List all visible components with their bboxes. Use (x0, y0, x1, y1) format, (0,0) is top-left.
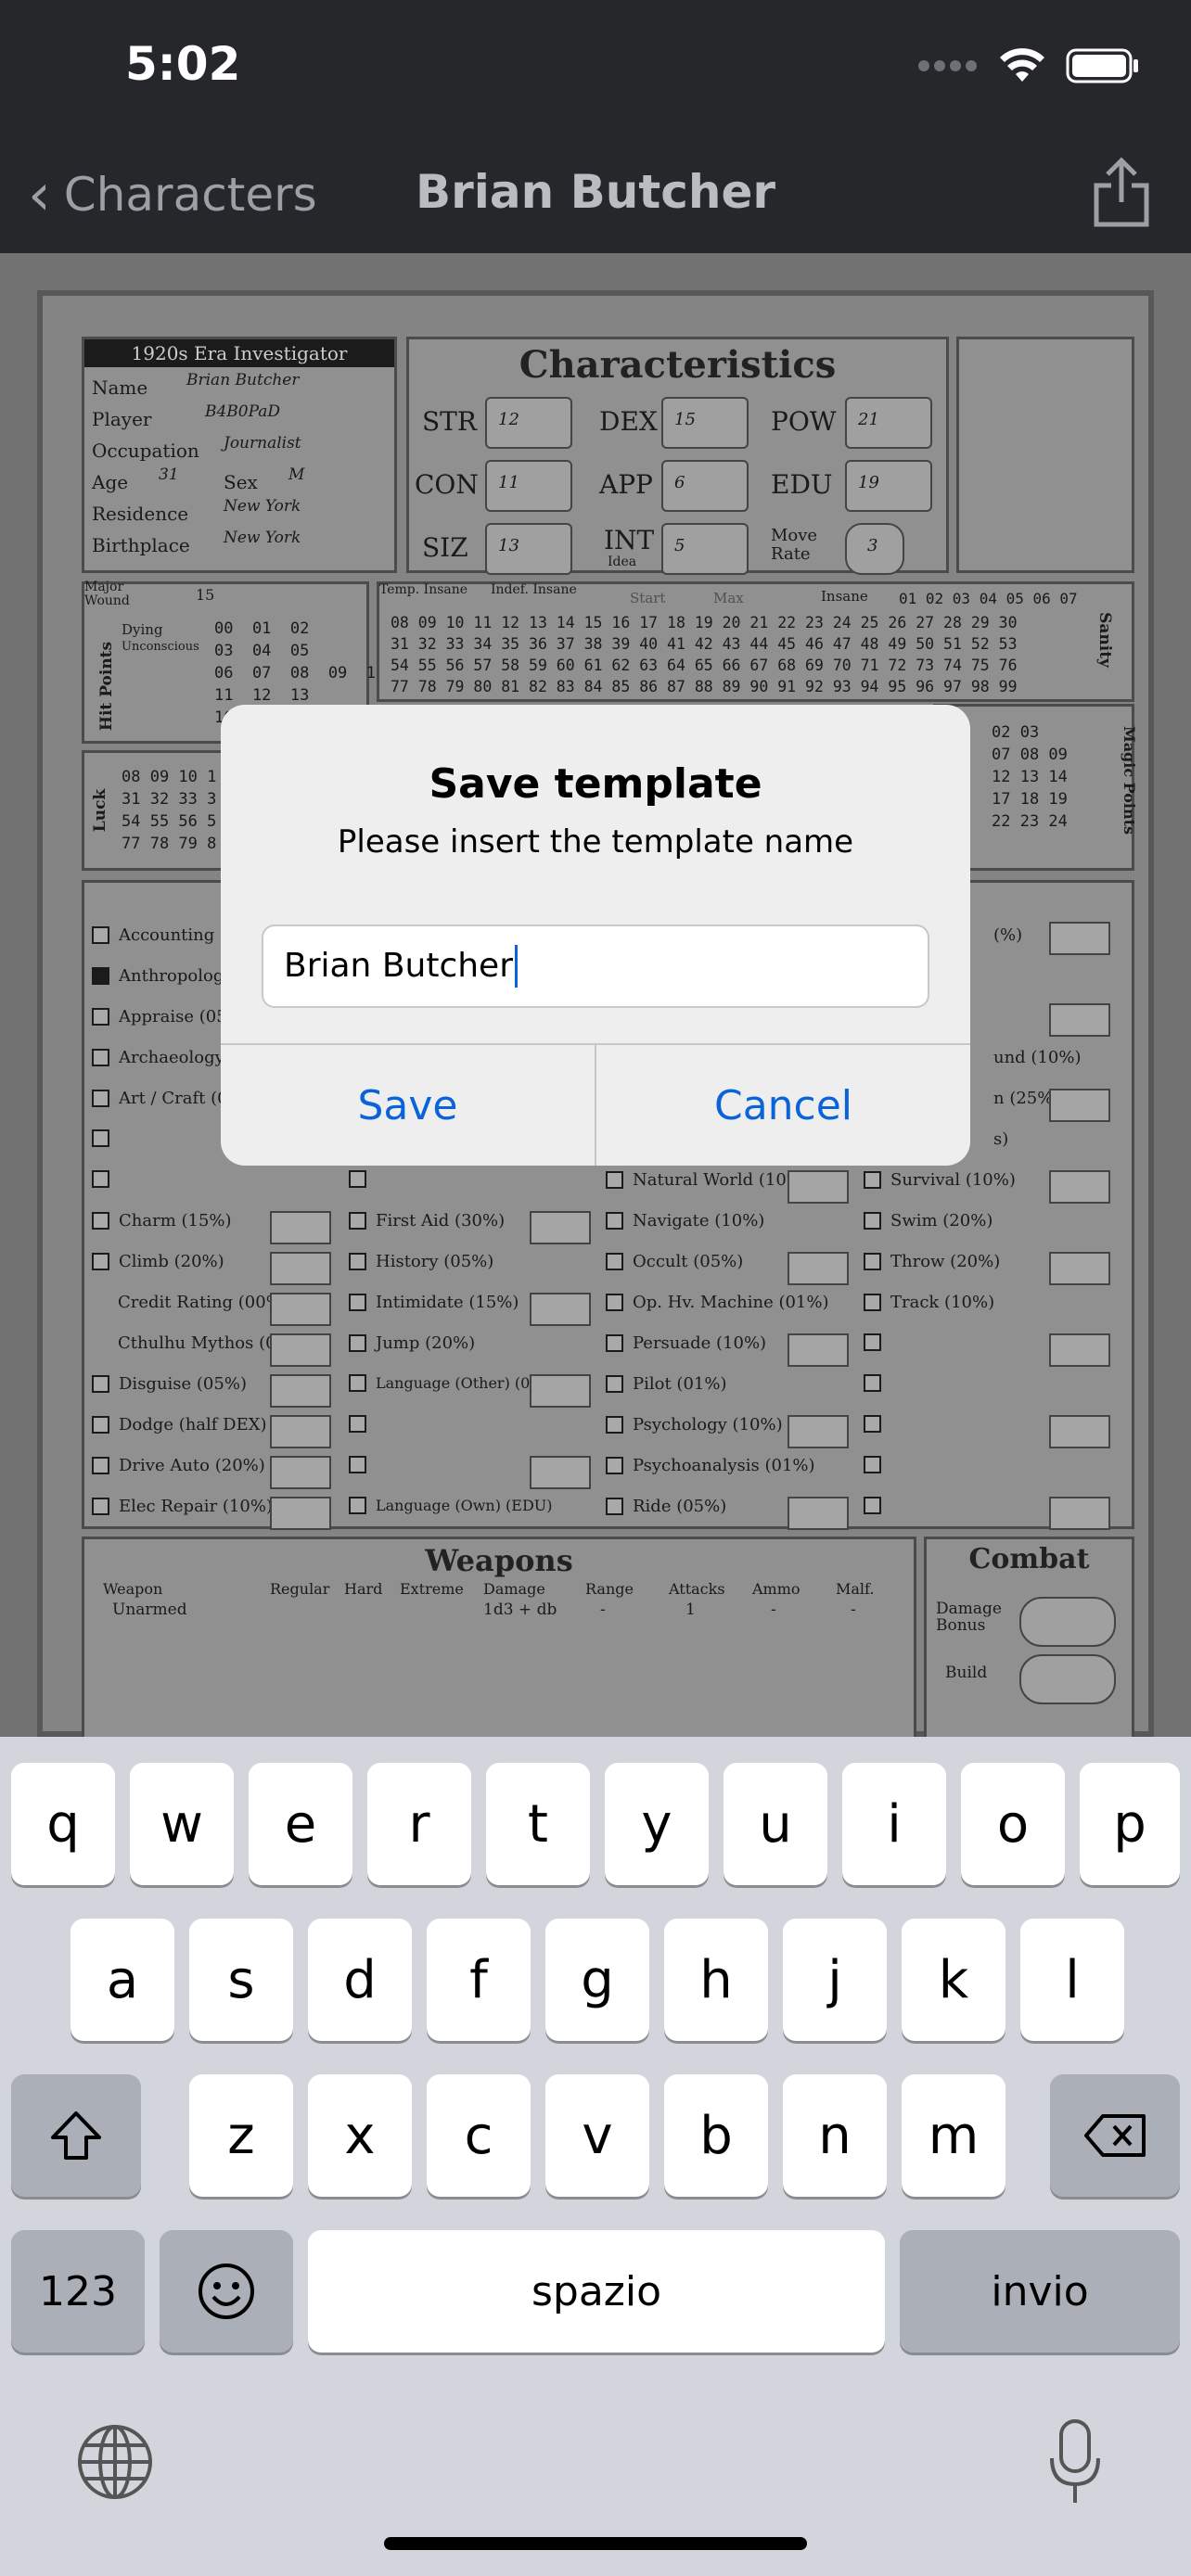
key-n[interactable]: n (783, 2074, 887, 2197)
cancel-button[interactable]: Cancel (596, 1045, 970, 1166)
key-h[interactable]: h (664, 1919, 768, 2041)
backspace-key[interactable] (1050, 2074, 1180, 2197)
key-k[interactable]: k (902, 1919, 1005, 2041)
battery-icon (1066, 48, 1138, 83)
key-j[interactable]: j (783, 1919, 887, 2041)
key-o[interactable]: o (961, 1763, 1065, 1885)
status-bar: 5:02 (0, 0, 1191, 139)
key-u[interactable]: u (724, 1763, 827, 1885)
wifi-icon (1000, 48, 1044, 82)
text-cursor (515, 945, 519, 988)
key-v[interactable]: v (545, 2074, 649, 2197)
status-time: 5:02 (125, 37, 241, 91)
keyboard: q w e r t y u i o p a s d f g h j k l z … (0, 1737, 1191, 2576)
dictation-button[interactable] (1046, 2417, 1104, 2510)
save-template-dialog: Save template Please insert the template… (221, 705, 970, 1166)
status-icons (917, 48, 1140, 83)
key-a[interactable]: a (70, 1919, 174, 2041)
key-y[interactable]: y (605, 1763, 709, 1885)
key-w[interactable]: w (130, 1763, 234, 1885)
key-z[interactable]: z (189, 2074, 293, 2197)
dialog-message: Please insert the template name (337, 823, 854, 861)
backspace-icon (1084, 2114, 1146, 2157)
space-key[interactable]: spazio (308, 2230, 885, 2353)
key-e[interactable]: e (249, 1763, 352, 1885)
emoji-icon (198, 2264, 254, 2319)
key-q[interactable]: q (11, 1763, 115, 1885)
key-m[interactable]: m (902, 2074, 1005, 2197)
key-d[interactable]: d (308, 1919, 412, 2041)
globe-icon (78, 2425, 152, 2499)
key-b[interactable]: b (664, 2074, 768, 2197)
template-name-value: Brian Butcher (284, 947, 514, 985)
page-title: Brian Butcher (415, 165, 776, 219)
key-r[interactable]: r (367, 1763, 471, 1885)
key-f[interactable]: f (427, 1919, 531, 2041)
key-c[interactable]: c (427, 2074, 531, 2197)
navigation-bar: ‹ Characters Brian Butcher (0, 139, 1191, 253)
key-t[interactable]: t (486, 1763, 590, 1885)
key-i[interactable]: i (842, 1763, 946, 1885)
return-key[interactable]: invio (900, 2230, 1180, 2353)
key-x[interactable]: x (308, 2074, 412, 2197)
signal-icon (918, 60, 977, 71)
template-name-input[interactable]: Brian Butcher (262, 925, 929, 1008)
key-s[interactable]: s (189, 1919, 293, 2041)
shift-icon (51, 2111, 101, 2160)
share-button[interactable] (1089, 156, 1154, 234)
emoji-key[interactable] (160, 2230, 293, 2353)
dialog-title: Save template (429, 760, 762, 808)
key-l[interactable]: l (1020, 1919, 1124, 2041)
save-button[interactable]: Save (221, 1045, 595, 1166)
globe-button[interactable] (76, 2423, 154, 2505)
home-indicator (384, 2537, 807, 2550)
share-icon (1094, 157, 1149, 227)
microphone-icon (1050, 2419, 1100, 2503)
numbers-key[interactable]: 123 (11, 2230, 145, 2353)
shift-key[interactable] (11, 2074, 141, 2197)
key-p[interactable]: p (1080, 1763, 1180, 1885)
key-g[interactable]: g (545, 1919, 649, 2041)
